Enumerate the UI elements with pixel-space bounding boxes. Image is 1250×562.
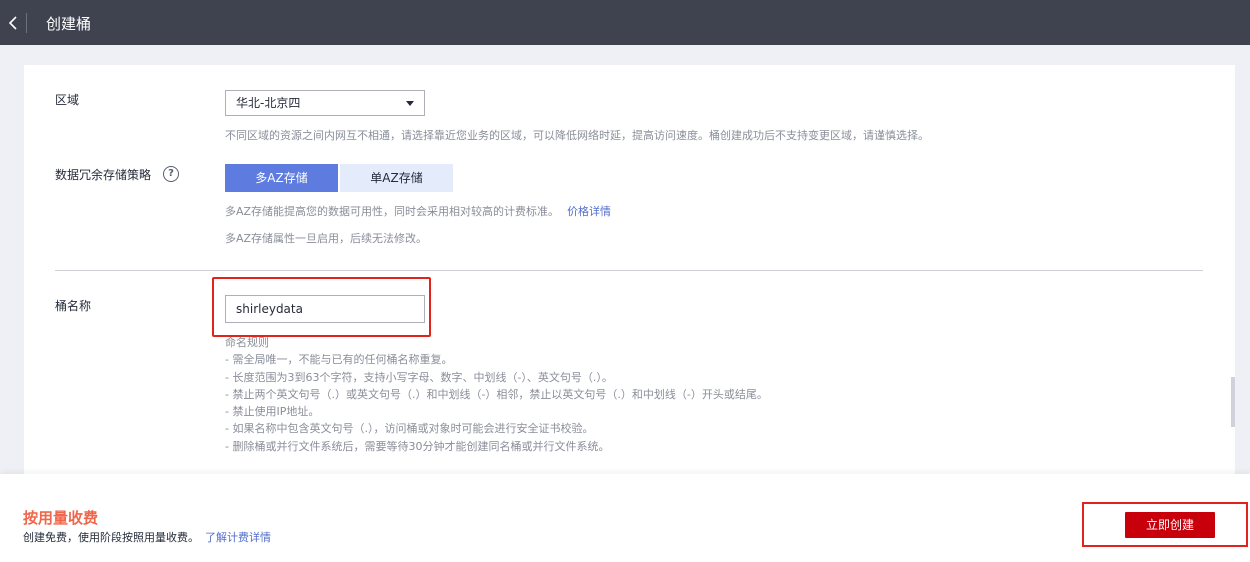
region-value: 华北-北京四	[236, 96, 301, 110]
redundancy-help-text: 多AZ存储能提高您的数据可用性，同时会采用相对较高的计费标准。	[225, 205, 560, 218]
rule-item: - 禁止两个英文句号（.）或英文句号（.）和中划线（-）相邻，禁止以英文句号（.…	[225, 387, 768, 401]
price-details-link[interactable]: 价格详情	[567, 205, 611, 218]
fee-title: 按用量收费	[23, 509, 99, 527]
help-question-icon[interactable]: ?	[163, 166, 179, 182]
multi-az-option[interactable]: 多AZ存储	[225, 164, 338, 192]
rule-item: - 如果名称中包含英文句号（.），访问桶或对象时可能会进行安全证书校验。	[225, 422, 594, 436]
back-button[interactable]	[0, 8, 25, 38]
fee-desc-text: 创建免费，使用阶段按照用量收费。	[23, 531, 199, 544]
region-help: 不同区域的资源之间内网互不相通，请选择靠近您业务的区域，可以降低网络时延，提高访…	[225, 129, 929, 142]
highlight-box	[212, 277, 431, 337]
fee-description: 创建免费，使用阶段按照用量收费。 了解计费详情	[23, 529, 271, 545]
top-bar: 创建桶	[0, 0, 1250, 45]
region-label: 区域	[55, 93, 80, 107]
rule-item: - 需全局唯一，不能与已有的任何桶名称重复。	[225, 353, 453, 367]
scroll-handle[interactable]	[1231, 377, 1235, 427]
redundancy-note: 多AZ存储属性一旦启用，后续无法修改。	[225, 232, 428, 245]
rules-title: 命名规则	[225, 336, 269, 349]
section-divider	[55, 270, 1203, 271]
region-select[interactable]: 华北-北京四	[225, 90, 425, 116]
naming-rules: 命名规则 - 需全局唯一，不能与已有的任何桶名称重复。 - 长度范围为3到63个…	[225, 334, 768, 455]
billing-details-link[interactable]: 了解计费详情	[205, 531, 271, 544]
caret-down-icon	[406, 101, 414, 106]
rule-item: - 删除桶或并行文件系统后，需要等待30分钟才能创建同名桶或并行文件系统。	[225, 439, 610, 453]
single-az-option[interactable]: 单AZ存储	[340, 164, 453, 192]
bucket-name-label: 桶名称	[55, 299, 92, 313]
footer-bar: 按用量收费 创建免费，使用阶段按照用量收费。 了解计费详情 立即创建	[0, 474, 1250, 562]
redundancy-label: 数据冗余存储策略	[55, 168, 152, 182]
redundancy-help: 多AZ存储能提高您的数据可用性，同时会采用相对较高的计费标准。 价格详情	[225, 203, 611, 219]
divider	[26, 13, 27, 33]
create-now-button[interactable]: 立即创建	[1125, 512, 1215, 538]
rule-item: - 禁止使用IP地址。	[225, 405, 320, 419]
rule-item: - 长度范围为3到63个字符，支持小写字母、数字、中划线（-）、英文句号（.）。	[225, 370, 613, 384]
page-title: 创建桶	[46, 15, 92, 33]
chevron-left-icon	[8, 16, 17, 30]
